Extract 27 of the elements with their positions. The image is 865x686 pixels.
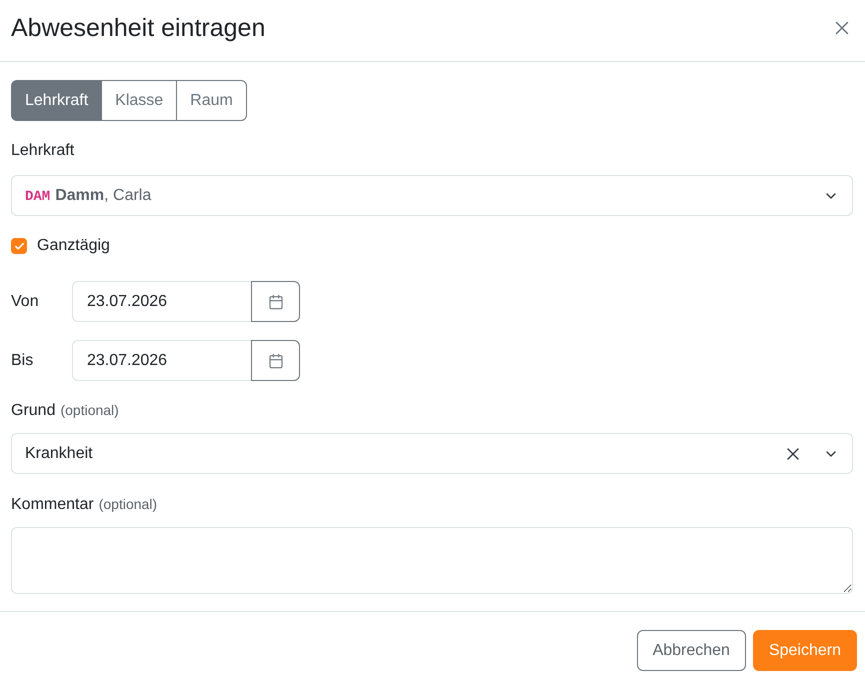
optional-hint: (optional) — [98, 495, 158, 514]
teacher-select[interactable]: DAM Damm, Carla — [11, 175, 853, 216]
optional-hint: (optional) — [60, 401, 119, 420]
calendar-button[interactable] — [251, 340, 300, 381]
teacher-name: Damm, Carla — [55, 186, 152, 204]
calendar-icon — [268, 352, 284, 368]
date-field[interactable]: 23.07.2026 — [72, 281, 251, 322]
reason-select[interactable]: Krankheit — [11, 433, 853, 474]
cancel-button[interactable]: Abbrechen — [636, 630, 746, 671]
date-label: Von — [11, 292, 40, 310]
tab[interactable]: Klasse — [101, 80, 178, 121]
tab[interactable]: Lehrkraft — [11, 80, 102, 121]
calendar-icon — [268, 294, 284, 310]
select-value: Krankheit — [25, 444, 93, 462]
checkbox-label: Ganztägig — [37, 237, 110, 255]
dialog-title: Abwesenheit eintragen — [11, 12, 266, 44]
check-icon — [14, 240, 24, 252]
field-label: Lehrkraft — [11, 141, 74, 161]
teacher-code: DAM — [25, 188, 50, 204]
tab[interactable]: Raum — [176, 80, 247, 121]
date-label: Bis — [11, 352, 34, 370]
calendar-button[interactable] — [251, 281, 300, 322]
checkbox[interactable] — [11, 238, 27, 254]
field-label: Kommentar — [11, 495, 94, 515]
field-label: Grund — [11, 401, 56, 421]
comment-field[interactable] — [11, 527, 853, 594]
date-field[interactable]: 23.07.2026 — [72, 340, 251, 381]
